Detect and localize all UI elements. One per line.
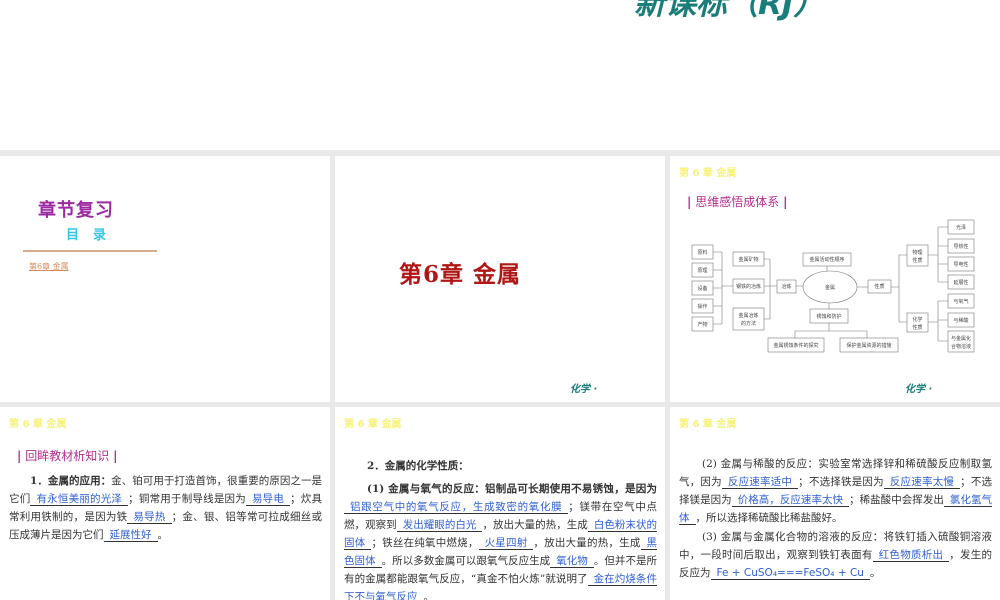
text-segment: (1) 金属与氧气的反应：铝制品可长期使用不易锈蚀，是因为 — [367, 483, 657, 495]
slide-thumbnail-2[interactable]: 第6章 金属 化学 · — [335, 156, 665, 402]
heading-chemical-properties: 2．金属的化学性质： — [367, 460, 469, 472]
chapter-tag: 第 6 章 金属 — [344, 419, 402, 430]
answer-blank: 价格高，反应速率太快 — [731, 494, 850, 507]
label-oxygen: 与氧气 — [953, 298, 968, 305]
chapter-tag: 第 6 章 金属 — [679, 419, 737, 430]
answer-blank: 易导热 — [127, 511, 172, 524]
slide-thumbnail-4[interactable]: 第 6 章 金属 | 回眸教材析知识 | 1．金属的应用：金、铂可用于打造首饰，… — [0, 407, 330, 600]
text-segment: ；不选择铁是因为 — [798, 476, 884, 488]
label-thermal: 导热性 — [953, 243, 968, 250]
answer-blank: 铝跟空气中的氧气反应，生成致密的氧化膜 — [344, 501, 569, 514]
answer-blank: 反应速率太慢 — [883, 476, 961, 489]
label-equipment: 设备 — [697, 285, 707, 292]
label-method-1: 金属冶炼 — [738, 312, 758, 319]
answer-blank: 有永恒美丽的光泽 — [30, 493, 129, 506]
label-principle: 原理 — [697, 268, 707, 274]
answer-blank: 发出耀眼的白光 — [396, 519, 483, 532]
answer-blank: 延展性好 — [103, 529, 158, 542]
slide-thumbnail-6[interactable]: 第 6 章 金属 (2) 金属与稀酸的反应：实验室常选择锌和稀硫酸反应制取氢气，… — [670, 407, 1000, 600]
label-metal: 金属 — [825, 284, 835, 291]
label-smelting: 冶炼 — [781, 283, 791, 290]
divider — [23, 250, 157, 252]
label-salt-1: 与金属化 — [951, 335, 971, 342]
label-explore: 金属锈蚀条件的探究 — [773, 342, 818, 349]
label-raw: 原料 — [697, 249, 707, 256]
text-segment: ，放出大量的热，生成 — [533, 537, 641, 549]
text-segment: 。 — [157, 529, 169, 541]
text-segment: ；铁丝在纯氧中燃烧， — [371, 537, 479, 549]
slide-thumbnail-1[interactable]: 章节复习 目录 第6章 金属 — [0, 156, 330, 402]
header-title: 新课标（RJ） — [634, 0, 825, 22]
footer-subject: 化学 · — [570, 384, 598, 395]
toc-link-chapter6[interactable]: 第6章 金属 — [29, 261, 69, 272]
answer-blank: 红色物质析出 — [872, 549, 950, 562]
text-segment: 。 — [869, 567, 881, 579]
slide-thumbnail-3[interactable]: 第 6 章 金属 | 思维感悟成体系 | 原料 原理 设备 操作 产物 金属矿物… — [670, 156, 1000, 402]
label-corrosion: 锈蚀和防护 — [816, 313, 841, 320]
label-physical-2: 性质 — [912, 257, 922, 264]
label-method-2: 的方法 — [741, 320, 756, 327]
paragraph-oxygen-reaction: (1) 金属与氧气的反应：铝制品可长期使用不易锈蚀，是因为铝跟空气中的氧气反应，… — [344, 480, 658, 600]
chapter-tag: 第 6 章 金属 — [9, 419, 67, 430]
label-ore: 金属矿物 — [738, 256, 758, 263]
label-salt-2: 合物溶液 — [951, 343, 971, 350]
paragraph-metal-uses: 1．金属的应用：金、铂可用于打造首饰，很重要的原因之一是它们 有永恒美丽的光泽 ；铜… — [9, 472, 322, 544]
label-ductile: 延展性 — [953, 279, 968, 286]
label-activity: 金属活动性顺序 — [809, 256, 844, 263]
text-segment: ，所以选择稀硫酸比稀盐酸好。 — [695, 512, 843, 524]
paragraph-salt-reaction: (3) 金属与金属化合物的溶液的反应：将铁钉插入硫酸铜溶液中，一段时间后取出，观… — [679, 528, 992, 582]
text-segment: ；稀盐酸中会挥发出 — [849, 494, 944, 506]
paragraph-acid-reaction: (2) 金属与稀酸的反应：实验室常选择锌和稀硫酸反应制取氢气，因为 反应速率适中；… — [679, 455, 992, 527]
label-iron-smelting: 钢铁的冶炼 — [736, 283, 761, 290]
label-product: 产物 — [697, 321, 707, 328]
answer-blank: 氧化物 — [550, 555, 594, 568]
top-area: 新课标（RJ） — [0, 0, 1000, 150]
text-segment: 。所以多数金属可以跟氧气反应生成 — [381, 555, 551, 567]
text-segment: 。 — [423, 591, 435, 600]
answer-blank: Fe + CuSO₄===FeSO₄ + Cu — [710, 567, 870, 580]
label-property: 性质 — [874, 283, 884, 290]
answer-blank: 反应速率适中 — [721, 476, 799, 489]
chapter-title: 第6章 金属 — [399, 261, 522, 288]
label-chemical-1: 化学 — [912, 316, 922, 323]
label-acid: 与稀酸 — [953, 317, 968, 324]
toc-title: 章节复习 — [38, 200, 114, 221]
text-segment: ；铜常用于制导线是因为 — [128, 493, 246, 505]
concept-map: 原料 原理 设备 操作 产物 金属矿物 钢铁的冶炼 金属冶炼 的方法 冶炼 金属… — [691, 219, 975, 353]
answer-blank: 易导电 — [245, 493, 291, 506]
label-operation: 操作 — [697, 303, 707, 310]
label-protect: 保护金属资源的措施 — [846, 342, 891, 349]
label-chemical-2: 性质 — [912, 324, 922, 331]
toc-subtitle: 目录 — [66, 228, 121, 243]
label-luster: 光泽 — [956, 224, 966, 231]
footer-subject: 化学 · — [905, 384, 933, 395]
section-heading: | 回眸教材析知识 | — [17, 449, 118, 463]
text-segment: ，放出大量的热，生成 — [482, 519, 588, 531]
answer-blank: 火星四射 — [478, 537, 534, 550]
slide-thumbnail-5[interactable]: 第 6 章 金属 2．金属的化学性质： (1) 金属与氧气的反应：铝制品可长期使… — [335, 407, 665, 600]
label-electric: 导电性 — [953, 261, 968, 268]
text-segment: 1．金属的应用： — [30, 475, 112, 487]
label-physical-1: 物理 — [912, 249, 922, 256]
